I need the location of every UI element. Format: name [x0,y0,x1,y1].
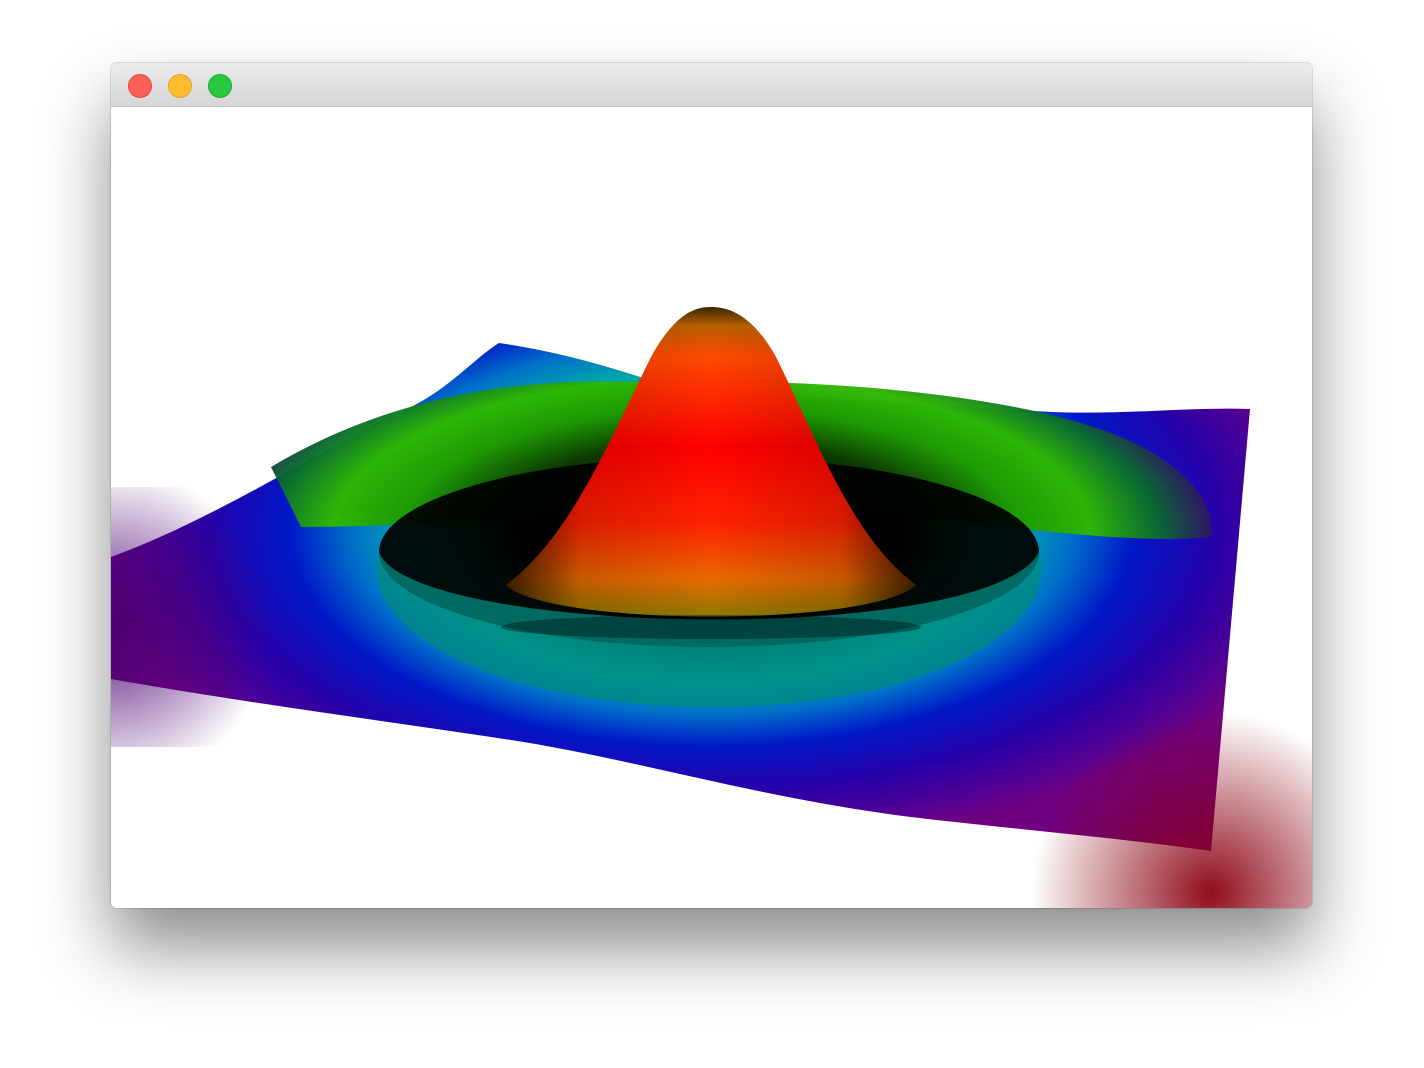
minimize-window-button[interactable] [168,74,192,98]
close-window-button[interactable] [128,74,152,98]
3d-plot-viewport[interactable] [111,107,1312,908]
surface-plot[interactable] [111,107,1312,908]
app-window [111,63,1312,908]
corner-tint [1011,707,1312,908]
title-bar [111,63,1312,107]
left-edge-tint [111,487,291,747]
zoom-window-button[interactable] [208,74,232,98]
